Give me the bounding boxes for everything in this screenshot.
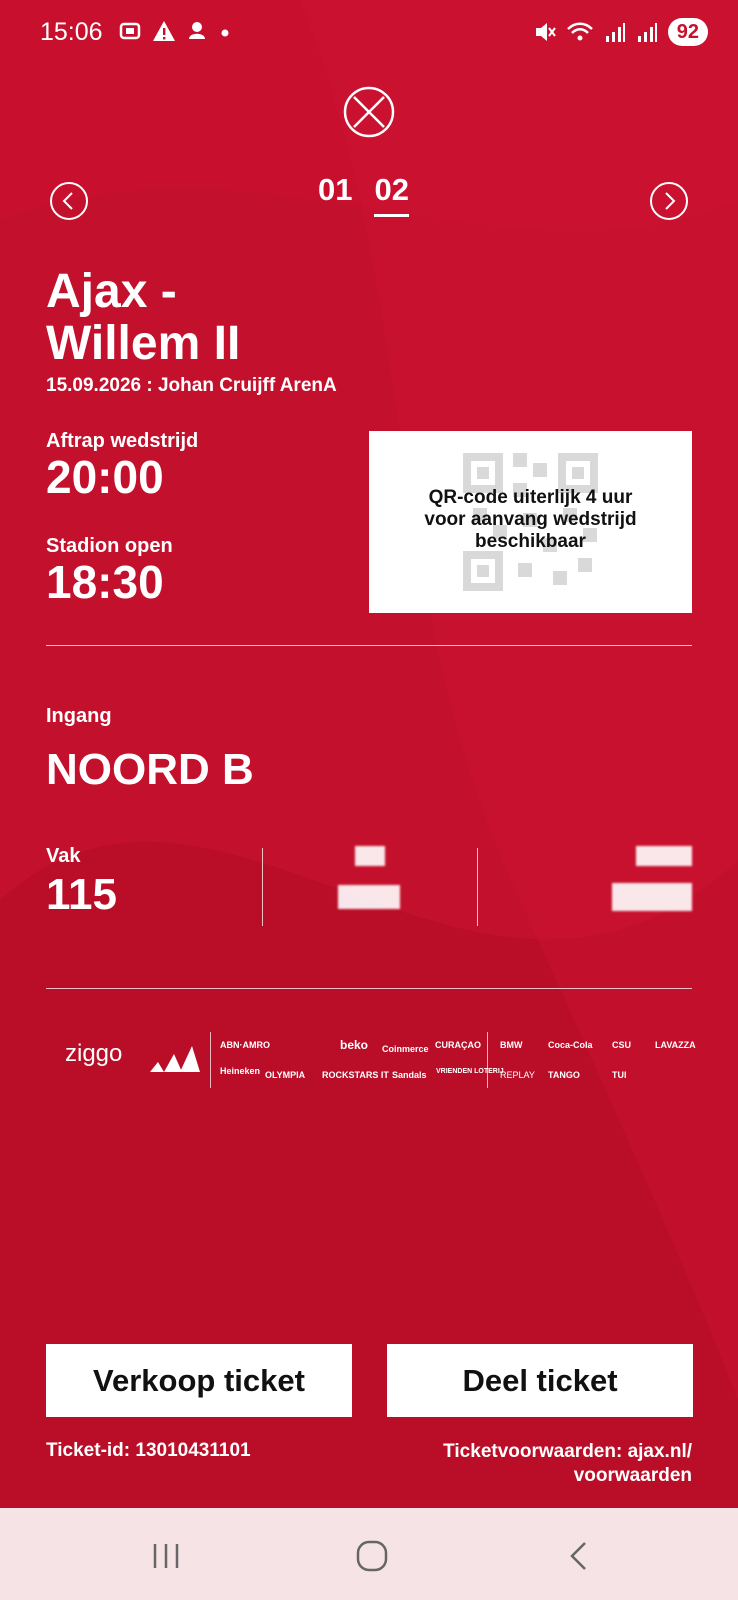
qr-message-line2: voor aanvang wedstrijd [424,509,637,530]
redacted-seat-label [636,846,692,866]
status-icons-right: 92 [534,18,708,46]
wifi-icon [566,22,593,41]
signal-icon [637,23,657,42]
match-title-line1: Ajax - [46,265,177,318]
sponsor-coinmerce: Coinmerce [382,1044,429,1054]
entrance-label: Ingang [46,705,112,727]
entrance-value: NOORD B [46,745,254,794]
sponsor-sandals: Sandals [392,1070,427,1080]
kickoff-time: 20:00 [46,451,164,503]
qr-placeholder: QR-code uiterlijk 4 uur voor aanvang wed… [369,431,692,613]
sponsor-vrienden-loterij: VRIENDEN LOTERIJ [436,1068,504,1075]
sponsor-olympia: OLYMPIA [265,1070,306,1080]
sponsor-tui: TUI [612,1070,627,1080]
adidas-logo-icon [150,1046,200,1072]
divider [46,988,692,989]
close-icon[interactable] [343,86,395,138]
match-date-venue: 15.09.2026 : Johan Cruijff ArenA [46,375,337,396]
home-icon[interactable] [354,1538,390,1574]
stadium-open-time: 18:30 [46,556,164,608]
section-value: 115 [46,870,117,919]
sponsor-tango: TANGO [548,1070,580,1080]
recent-apps-icon[interactable] [148,1538,184,1574]
warning-icon [153,21,175,41]
sponsor-bmw: BMW [500,1040,523,1050]
sponsor-abn-amro: ABN·AMRO [220,1040,270,1050]
tab-ticket-02[interactable]: 02 [374,172,409,217]
redacted-row-label [355,846,385,866]
terms-link[interactable]: Ticketvoorwaarden: ajax.nl/ voorwaarden [443,1440,692,1488]
qr-message-line3: beschikbaar [475,531,586,552]
status-time: 15:06 [40,18,103,46]
match-title-line2: Willem II [46,317,241,370]
screenshot-icon [119,22,141,40]
signal-icon [605,23,625,42]
sponsor-rockstars-it: ROCKSTARS IT [322,1070,389,1080]
dot-icon [221,29,229,37]
sponsor-logos: ziggo ABN·AMRO beko Coinmerce CURAÇAO BM… [60,1030,700,1090]
status-bar: 15:06 92 [0,0,738,70]
sponsor-coca-cola: Coca-Cola [548,1040,593,1050]
redacted-row-value [338,885,400,909]
sponsor-csu: CSU [612,1040,632,1050]
share-ticket-button[interactable]: Deel ticket [387,1344,693,1417]
ticket-pager: 01 02 [318,172,409,217]
ticket-id: Ticket-id: 13010431101 [46,1440,251,1461]
qr-message: QR-code uiterlijk 4 uur voor aanvang wed… [369,487,692,553]
divider [487,1032,488,1088]
tab-ticket-01[interactable]: 01 [318,172,352,217]
ticket-screen: 15:06 92 01 02 Ajax - Willem II 15.09.20… [0,0,738,1600]
terms-link-line1: Ticketvoorwaarden: ajax.nl/ [443,1441,692,1462]
qr-message-line1: QR-code uiterlijk 4 uur [428,487,633,508]
battery-indicator: 92 [667,18,708,46]
mute-icon [535,23,556,41]
sponsor-ziggo: ziggo [65,1040,123,1067]
bell-icon [189,22,205,39]
chevron-right-icon[interactable] [649,181,689,221]
sell-ticket-button[interactable]: Verkoop ticket [46,1344,352,1417]
sponsor-beko: beko [340,1038,369,1052]
divider [477,848,478,926]
system-nav-bar [0,1508,738,1600]
chevron-left-icon[interactable] [49,181,89,221]
status-icons-left [118,20,232,42]
section-label: Vak [46,845,81,867]
divider [210,1032,211,1088]
sponsor-lavazza: LAVAZZA [655,1040,696,1050]
back-icon[interactable] [561,1538,597,1574]
terms-link-line2: voorwaarden [573,1465,692,1486]
divider [46,645,692,646]
sponsor-replay: REPLAY [500,1070,535,1080]
sponsor-heineken: Heineken [220,1066,261,1076]
divider [262,848,263,926]
sponsor-curacao: CURAÇAO [435,1040,481,1050]
match-title: Ajax - Willem II [46,266,446,370]
redacted-seat-value [612,883,692,911]
